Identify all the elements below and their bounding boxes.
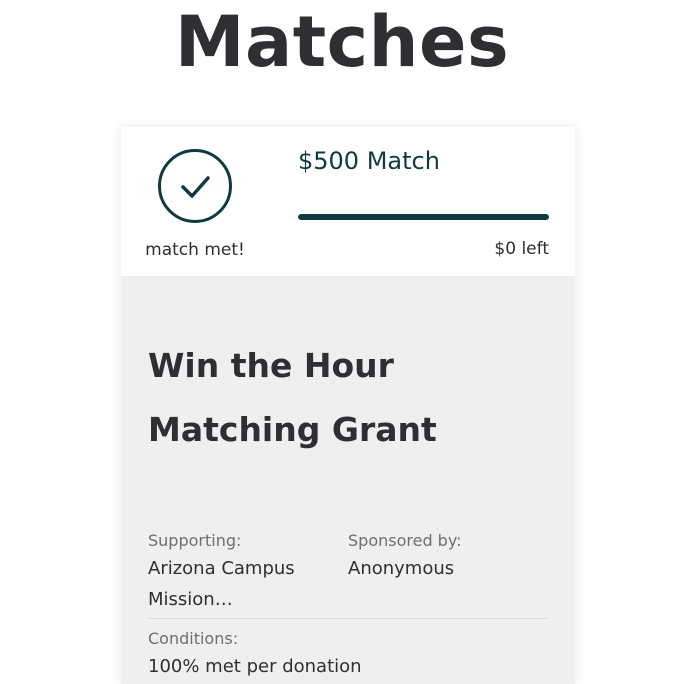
checkmark-circle-icon: [158, 149, 232, 223]
page: Matches match met! $500 Match $0 left Wi…: [0, 0, 684, 684]
grant-title: Win the Hour Matching Grant: [148, 334, 548, 462]
supporting-label: Supporting:: [148, 531, 242, 550]
supporting-value-line-1: Arizona Campus: [148, 558, 295, 579]
match-card-header: match met! $500 Match $0 left: [121, 127, 575, 276]
match-progress-bar: [298, 214, 549, 220]
supporting-value: Arizona Campus Mission…: [148, 553, 295, 615]
match-amount: $500 Match: [298, 147, 440, 175]
sponsored-by-label: Sponsored by:: [348, 531, 462, 550]
grant-title-line-1: Win the Hour: [148, 346, 394, 385]
match-progress-fill: [298, 214, 549, 220]
match-status-label: match met!: [145, 240, 245, 260]
match-card[interactable]: match met! $500 Match $0 left Win the Ho…: [121, 127, 575, 684]
conditions-value: 100% met per donation: [148, 656, 362, 677]
supporting-value-line-2: Mission…: [148, 589, 233, 610]
page-title: Matches: [174, 1, 510, 83]
grant-title-line-2: Matching Grant: [148, 410, 437, 449]
match-remaining: $0 left: [494, 239, 549, 259]
sponsored-by-value: Anonymous: [348, 558, 455, 579]
divider: [148, 618, 548, 619]
conditions-label: Conditions:: [148, 629, 239, 648]
